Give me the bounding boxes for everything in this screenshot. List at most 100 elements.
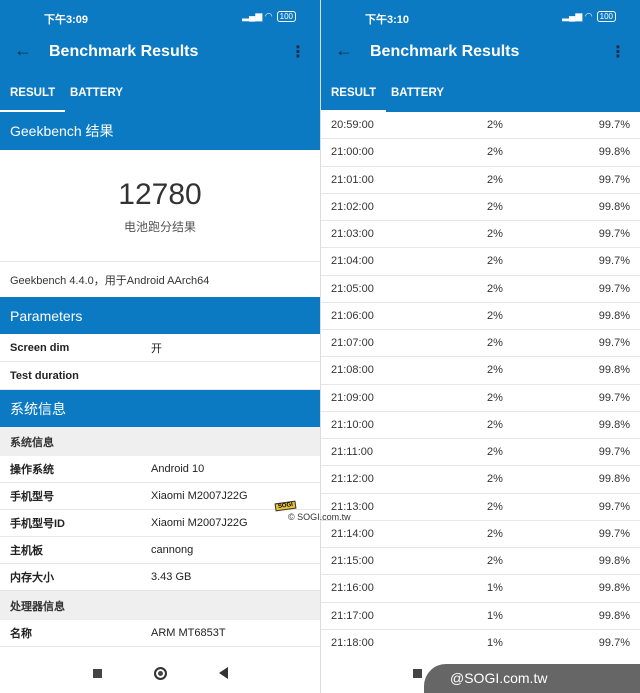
section-parameters: Parameters [0,297,320,334]
recents-icon[interactable] [413,668,422,678]
nav-bar [0,653,320,693]
table-row: 21:09:00 2% 99.7% [321,385,640,412]
row-value: Xiaomi M2007J22G [151,517,248,529]
level-cell: 99.7% [598,527,630,540]
level-cell: 99.7% [598,173,630,186]
time-cell: 21:06:00 [331,309,374,322]
time-cell: 21:14:00 [331,527,374,540]
time-cell: 21:08:00 [331,364,374,377]
watermark-small: © SOGI.com.tw [288,512,351,522]
time-cell: 21:05:00 [331,282,374,295]
right-screen: 下午3:10 ▂▄▆ ◠ 100 ← Benchmark Results ⋮ RE… [320,0,640,693]
watermark: @SOGI.com.tw [424,664,640,693]
table-row: 21:03:00 2% 99.7% [321,221,640,249]
usage-cell: 2% [487,391,503,404]
level-cell: 99.8% [598,555,630,568]
back-arrow-icon[interactable]: ← [335,40,353,61]
info-row: 手机型号ID Xiaomi M2007J22G [0,510,320,537]
tab-result[interactable]: RESULT [321,87,387,112]
level-cell: 99.8% [598,609,630,622]
battery-icon: 100 [596,11,616,22]
row-value: ARM MT6853T [151,627,226,639]
battery-icon: 100 [276,11,296,22]
time-cell: 21:07:00 [331,337,374,350]
recents-icon[interactable] [92,668,102,678]
level-cell: 99.7% [598,500,630,513]
status-time: 下午3:09 [44,14,89,26]
table-row: 21:16:00 1% 99.8% [321,575,640,603]
usage-cell: 2% [487,146,503,159]
home-icon[interactable] [153,666,167,680]
tab-result[interactable]: RESULT [0,87,66,112]
level-cell: 99.7% [598,446,630,459]
time-cell: 21:00:00 [331,146,374,159]
row-value: 开 [151,342,162,355]
subheader-system-info: 系统信息 [0,427,320,456]
usage-cell: 2% [487,364,503,377]
table-row: 21:17:00 1% 99.8% [321,603,640,630]
table-row: 21:14:00 2% 99.7% [321,521,640,548]
time-cell: 20:59:00 [331,119,374,132]
row-value: 3.43 GB [151,571,192,583]
usage-cell: 1% [487,636,503,649]
level-cell: 99.7% [598,255,630,268]
tab-battery[interactable]: BATTERY [391,87,444,99]
time-cell: 21:18:00 [331,636,374,649]
usage-cell: 2% [487,418,503,431]
section-system-info: 系统信息 [0,390,320,427]
score-value: 12780 [118,178,202,211]
usage-cell: 2% [487,309,503,322]
table-row: 21:07:00 2% 99.7% [321,330,640,358]
info-row: Test duration [0,362,320,390]
usage-cell: 2% [487,255,503,268]
row-key: 名称 [10,628,32,640]
time-cell: 21:13:00 [331,500,374,513]
usage-cell: 2% [487,282,503,295]
page-title: Benchmark Results [49,43,199,60]
table-row: 21:02:00 2% 99.8% [321,194,640,221]
time-cell: 21:16:00 [331,582,374,595]
back-arrow-icon[interactable]: ← [14,40,32,61]
level-cell: 99.8% [598,146,630,159]
table-row: 21:13:00 2% 99.7% [321,494,640,521]
row-key: 操作系统 [10,464,54,476]
usage-cell: 2% [487,555,503,568]
info-row: 主机板 cannong [0,537,320,564]
table-row: 21:10:00 2% 99.8% [321,412,640,439]
table-row: 21:15:00 2% 99.8% [321,548,640,576]
time-cell: 21:02:00 [331,200,374,213]
level-cell: 99.8% [598,473,630,486]
row-key: 手机型号ID [10,518,65,530]
tab-battery[interactable]: BATTERY [70,87,123,99]
usage-cell: 2% [487,473,503,486]
row-key: Test duration [10,369,79,382]
back-nav-icon[interactable] [218,667,228,679]
table-row: 21:12:00 2% 99.8% [321,466,640,494]
usage-cell: 1% [487,582,503,595]
more-vert-icon[interactable]: ⋮ [610,42,626,62]
row-key: 主机板 [10,545,43,557]
page-title: Benchmark Results [370,43,520,60]
level-cell: 99.7% [598,391,630,404]
left-screen: 下午3:09 ▂▄▆ ◠ 100 ← Benchmark Results ⋮ RE… [0,0,320,693]
section-geekbench: Geekbench 结果 [0,112,320,150]
level-cell: 99.7% [598,119,630,132]
more-vert-icon[interactable]: ⋮ [290,42,306,62]
info-row: 手机型号 Xiaomi M2007J22G [0,483,320,510]
level-cell: 99.7% [598,282,630,295]
app-bar: 下午3:10 ▂▄▆ ◠ 100 ← Benchmark Results ⋮ RE… [321,0,640,112]
info-row: 内存大小 3.43 GB [0,564,320,591]
battery-table: 20:59:00 2% 99.7% 21:00:00 2% 99.8% 21:01:00 2%… [321,112,640,657]
usage-cell: 2% [487,337,503,350]
status-time: 下午3:10 [365,14,410,26]
row-key: 内存大小 [10,572,54,584]
usage-cell: 2% [487,228,503,241]
table-row: 21:05:00 2% 99.7% [321,276,640,303]
time-cell: 21:09:00 [331,391,374,404]
status-icons: ▂▄▆ ◠ 100 [242,11,296,22]
app-bar: 下午3:09 ▂▄▆ ◠ 100 ← Benchmark Results ⋮ RE… [0,0,320,112]
time-cell: 21:03:00 [331,228,374,241]
time-cell: 21:12:00 [331,473,374,486]
row-value: Xiaomi M2007J22G [151,490,248,502]
level-cell: 99.7% [598,228,630,241]
